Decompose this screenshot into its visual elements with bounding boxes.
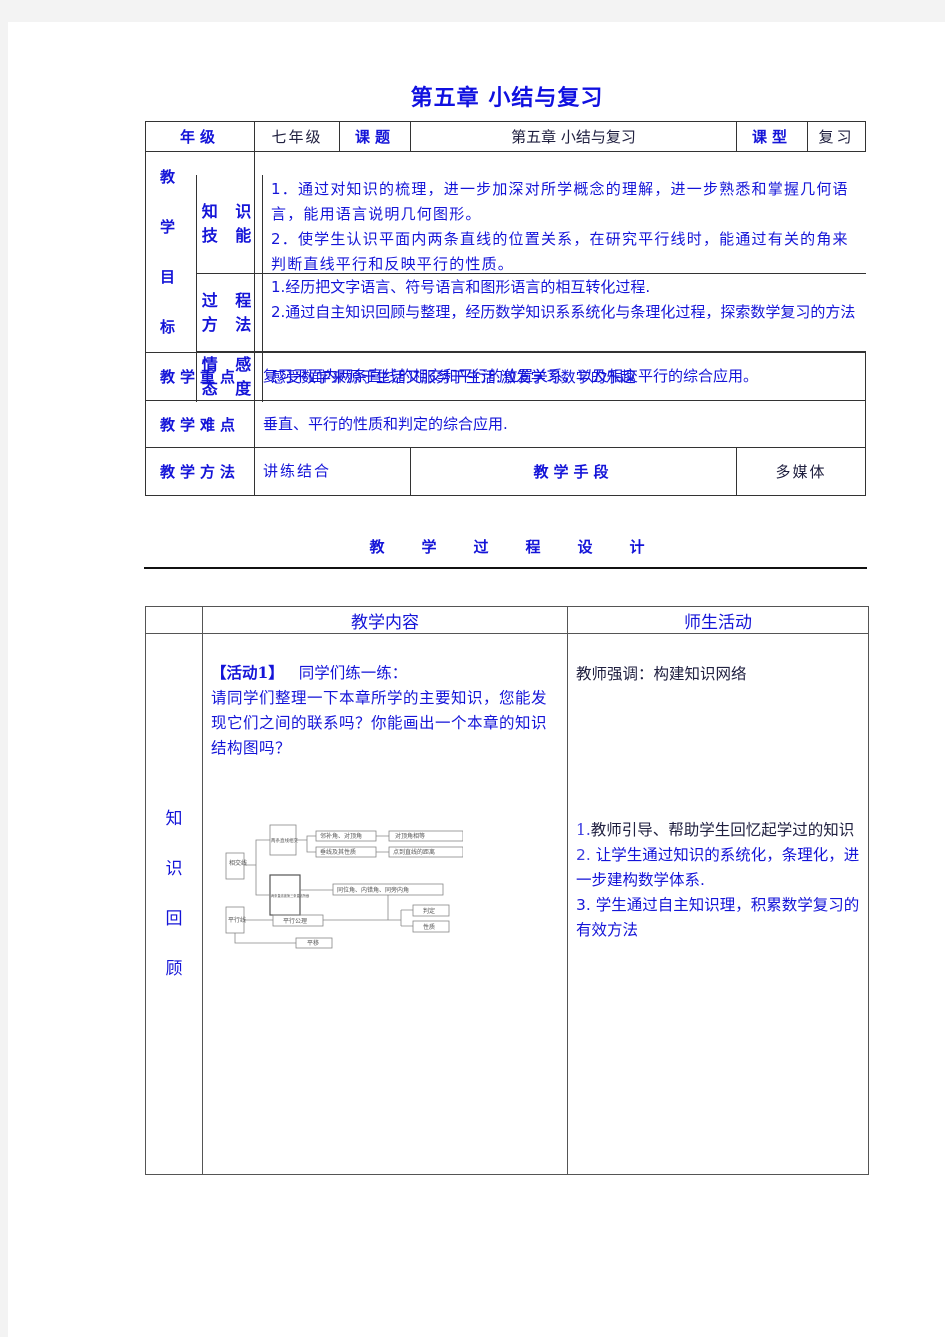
process-title-char: 设 bbox=[577, 538, 593, 556]
objective-knowledge-text: 1．通过对知识的梳理，进一步加深对所学概念的理解，进一步熟悉和掌握几何语言，能用… bbox=[263, 175, 866, 273]
label-line: 过 程 bbox=[201, 290, 258, 310]
method-label: 教学方法 bbox=[145, 447, 255, 496]
knowledge-structure-diagram: 相交线 两条直线相交 邻补角、对顶角 垂线及其性质 对顶角相等 点到直线的距离 … bbox=[223, 815, 464, 955]
process-design-title: 教学过程设计 bbox=[146, 536, 868, 557]
process-title-char: 计 bbox=[629, 538, 645, 556]
section-label-char: 识 bbox=[165, 859, 183, 879]
header-content: 教学内容 bbox=[202, 606, 568, 634]
node-properties: 性质 bbox=[423, 923, 435, 931]
knowledge-review-row: 知 识 回 顾 【活动1】 同学们练一练： 请同学们整理一下本章所学的主要知识，… bbox=[145, 633, 869, 1175]
section-label-char: 知 bbox=[165, 809, 183, 829]
node-intersect-lines: 相交线 bbox=[229, 859, 247, 867]
process-title-char: 程 bbox=[525, 538, 541, 556]
connector bbox=[244, 839, 270, 896]
list-number: 2. bbox=[576, 846, 591, 864]
objective-process-text: 1.经历把文字语言、符号语言和图形语言的相互转化过程. 2.通过自主知识回顾与整… bbox=[263, 274, 866, 351]
header-blank bbox=[145, 606, 203, 634]
section-divider bbox=[144, 567, 867, 569]
process-table: 教学内容 师生活动 知 识 回 顾 【活动1】 同学们练一练： 请同学们整理一下… bbox=[145, 606, 869, 1175]
connector bbox=[234, 933, 296, 944]
info-row-header: 年级 七年级 课题 第五章 小结与复习 课型 复习 bbox=[145, 121, 866, 152]
topic-value: 第五章 小结与复习 bbox=[410, 121, 737, 152]
difficulty-row: 教学难点 垂直、平行的性质和判定的综合应用. bbox=[145, 400, 866, 448]
node-parallel-lines: 平行线 bbox=[228, 916, 246, 924]
method-value: 讲练结合 bbox=[254, 447, 411, 496]
list-text: 让学生通过知识的系统化，条理化，进一步建构数学体系. bbox=[576, 846, 860, 889]
connector bbox=[376, 835, 389, 853]
objective-process-label: 过 程 方 法 bbox=[196, 274, 263, 351]
objectives-label-char: 学 bbox=[159, 218, 175, 236]
grade-value: 七年级 bbox=[254, 121, 340, 152]
activity-list-item: 3. 学生通过自主知识理，积累数学复习的有效方法 bbox=[576, 893, 862, 943]
activity-heading: 【活动1】 同学们练一练： bbox=[211, 660, 561, 686]
diagram-svg: 相交线 两条直线相交 邻补角、对顶角 垂线及其性质 对顶角相等 点到直线的距离 … bbox=[225, 824, 464, 949]
list-number: 1. bbox=[576, 821, 591, 839]
list-text: 学生通过自主知识理，积累数学复习的有效方法 bbox=[576, 896, 860, 939]
activity-tag: 【活动1】 bbox=[211, 663, 284, 682]
teacher-student-cell: 教师强调：构建知识网络 1.教师引导、帮助学生回忆起学过的知识 2. 让学生通过… bbox=[567, 633, 869, 1175]
objective-knowledge-label: 知 识 技 能 bbox=[196, 175, 263, 273]
objective-line: 2．使学生认识平面内两条直线的位置关系，在研究平行线时，能通过有关的角来判断直线… bbox=[271, 230, 849, 273]
section-label: 知 识 回 顾 bbox=[145, 633, 203, 1175]
node-parallel-axiom: 平行公理 bbox=[283, 917, 307, 925]
node-two-lines-intersect: 两条直线相交 bbox=[271, 837, 298, 844]
objective-line: 2.通过自主知识回顾与整理，经历数学知识系系统化与条理化过程，探索数学复习的方法 bbox=[271, 303, 856, 321]
process-title-char: 学 bbox=[421, 538, 437, 556]
objectives-block: 知 识 技 能 1．通过对知识的梳理，进一步加深对所学概念的理解，进一步熟悉和掌… bbox=[196, 175, 866, 402]
node-translation: 平移 bbox=[307, 939, 319, 947]
objective-line: 感受数学来源于生活又服务于生活.激发学习数学的乐趣 bbox=[271, 367, 636, 386]
node-perpendicular: 垂线及其性质 bbox=[320, 848, 356, 856]
node-angles: 同位角、内错角、同旁内角 bbox=[337, 886, 409, 894]
method-row: 教学方法 讲练结合 教学手段 多媒体 bbox=[145, 447, 866, 496]
objectives-label: 教 学 目 标 bbox=[146, 152, 189, 352]
label-line: 知 识 bbox=[201, 202, 258, 221]
process-header-row: 教学内容 师生活动 bbox=[145, 606, 869, 634]
node-adjacent-vertical-angles: 邻补角、对顶角 bbox=[320, 832, 362, 840]
objective-line: 1．通过对知识的梳理，进一步加深对所学概念的理解，进一步熟悉和掌握几何语言，能用… bbox=[271, 180, 849, 223]
node-cut-by-third: 两条直线被第三条直线所截 bbox=[271, 893, 310, 898]
page-title: 第五章 小结与复习 bbox=[410, 86, 604, 111]
connector bbox=[244, 895, 413, 927]
teacher-emphasis: 教师强调：构建知识网络 bbox=[576, 665, 747, 683]
node-point-line-distance: 点到直线的距离 bbox=[393, 848, 435, 856]
objective-line: 1.经历把文字语言、符号语言和图形语言的相互转化过程. bbox=[271, 278, 651, 296]
means-value: 多媒体 bbox=[736, 447, 866, 496]
section-label-char: 回 bbox=[165, 909, 183, 929]
label-line: 情 感 bbox=[201, 355, 258, 374]
activity-text: 请同学们整理一下本章所学的主要知识，您能发现它们之间的联系吗？你能画出一个本章的… bbox=[211, 689, 548, 757]
grade-label: 年级 bbox=[145, 121, 255, 152]
process-title-char: 教 bbox=[369, 538, 385, 556]
objective-process: 过 程 方 法 1.经历把文字语言、符号语言和图形语言的相互转化过程. 2.通过… bbox=[196, 274, 866, 352]
objectives-label-char: 标 bbox=[159, 318, 175, 336]
connector bbox=[296, 835, 316, 853]
objective-attitude-label: 情 感 态 度 bbox=[196, 352, 263, 402]
label-line: 方 法 bbox=[201, 314, 258, 334]
objective-attitude-text: 感受数学来源于生活又服务于生活.激发学习数学的乐趣 bbox=[263, 352, 866, 402]
difficulty-label: 教学难点 bbox=[145, 400, 255, 448]
label-line: 态 度 bbox=[201, 379, 258, 398]
list-number: 3. bbox=[576, 896, 591, 914]
objectives-label-char: 目 bbox=[159, 268, 175, 286]
activity-list-item: 2. 让学生通过知识的系统化，条理化，进一步建构数学体系. bbox=[576, 843, 862, 893]
means-label: 教学手段 bbox=[410, 447, 737, 496]
node-vertical-angles-equal: 对顶角相等 bbox=[395, 832, 425, 840]
activity-list-item: 1.教师引导、帮助学生回忆起学过的知识 bbox=[576, 818, 862, 843]
topic-label: 课题 bbox=[339, 121, 411, 152]
node-criteria: 判定 bbox=[423, 907, 435, 915]
activity-list: 1.教师引导、帮助学生回忆起学过的知识 2. 让学生通过知识的系统化，条理化，进… bbox=[576, 818, 862, 943]
process-title-char: 过 bbox=[473, 538, 489, 556]
objective-knowledge: 知 识 技 能 1．通过对知识的梳理，进一步加深对所学概念的理解，进一步熟悉和掌… bbox=[196, 175, 866, 274]
section-label-char: 顾 bbox=[165, 959, 183, 979]
section-label-chars: 知 识 回 顾 bbox=[146, 794, 202, 994]
activity-title: 同学们练一练： bbox=[298, 664, 408, 682]
teaching-content-cell: 【活动1】 同学们练一练： 请同学们整理一下本章所学的主要知识，您能发现它们之间… bbox=[202, 633, 568, 1175]
list-text: 教师引导、帮助学生回忆起学过的知识 bbox=[590, 821, 855, 839]
difficulty-value: 垂直、平行的性质和判定的综合应用. bbox=[254, 400, 866, 448]
type-label: 课型 bbox=[736, 121, 808, 152]
header-activity: 师生活动 bbox=[567, 606, 869, 634]
label-line: 技 能 bbox=[201, 226, 258, 245]
type-value: 复习 bbox=[807, 121, 866, 152]
objective-attitude: 情 感 态 度 感受数学来源于生活又服务于生活.激发学习数学的乐趣 bbox=[196, 352, 866, 402]
objectives-label-char: 教 bbox=[159, 168, 175, 186]
